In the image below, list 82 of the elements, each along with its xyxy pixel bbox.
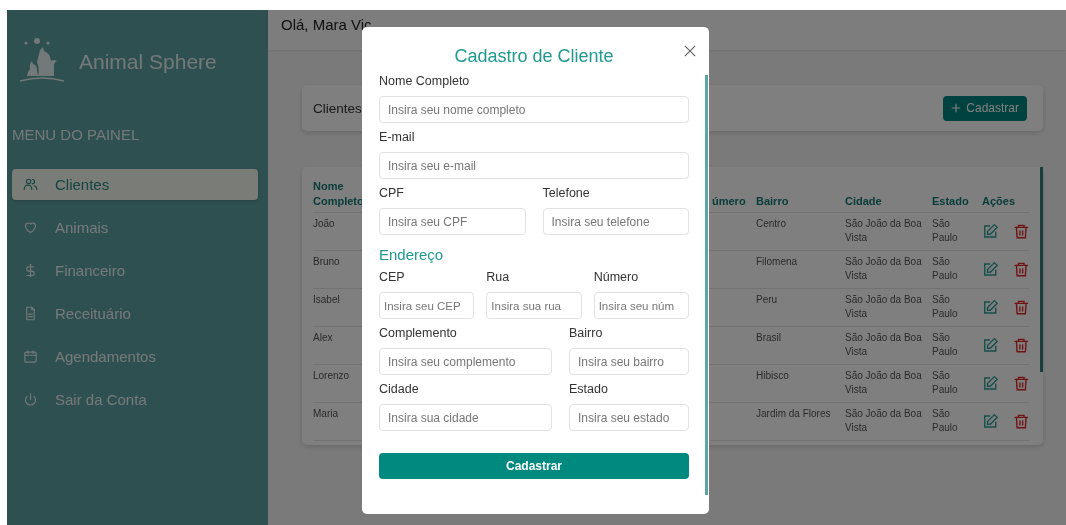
field-label: Nome Completo xyxy=(379,74,471,89)
table-cell-text: São João da Boa Vista xyxy=(845,407,923,435)
close-icon[interactable] xyxy=(684,45,696,57)
input-field[interactable]: Insira sua cidade xyxy=(379,404,552,431)
trash-icon[interactable] xyxy=(1012,299,1029,316)
field-label: CEP xyxy=(379,270,406,285)
table-cell-text: Hibisco xyxy=(756,369,790,383)
table-cell-text: São João da Boa Vista xyxy=(845,217,923,245)
dollar-icon xyxy=(23,263,38,278)
field-label: Telefone xyxy=(542,186,591,201)
edit-icon[interactable] xyxy=(982,337,999,354)
table-cell-text: São João da Boa Vista xyxy=(845,293,923,321)
menu-title: MENU DO PAINEL xyxy=(12,126,141,143)
field-label: Bairro xyxy=(569,326,604,341)
field-label: Estado xyxy=(569,382,609,397)
table-cell-text: São João da Boa Vista xyxy=(845,331,923,359)
column-header: Cidade xyxy=(845,194,883,209)
edit-icon[interactable] xyxy=(982,223,999,240)
table-cell-text: Peru xyxy=(756,293,779,307)
nav-item[interactable]: Sair da Conta xyxy=(12,384,258,415)
submit-button[interactable]: Cadastrar xyxy=(379,453,689,479)
input-field[interactable]: Insira seu CEP xyxy=(379,292,475,319)
table-cell-text: São João da Boa Vista xyxy=(845,255,923,283)
column-header: úmero xyxy=(712,194,747,209)
edit-icon[interactable] xyxy=(982,299,999,316)
table-cell-text: Filomena xyxy=(756,255,799,269)
nav-item[interactable]: Agendamentos xyxy=(12,341,258,372)
column-header: Nome Completo xyxy=(313,179,363,209)
input-field[interactable]: Insira seu e-mail xyxy=(379,152,689,179)
table-cell-text: Centro xyxy=(756,217,787,231)
input-field[interactable]: Insira sua rua xyxy=(486,292,582,319)
field-label: Número xyxy=(593,270,640,285)
power-icon xyxy=(23,392,38,407)
table-cell-text: São Paulo xyxy=(932,293,959,321)
scrollbar[interactable] xyxy=(1040,167,1043,372)
input-field[interactable]: Insira seu bairro xyxy=(569,348,689,375)
people-icon xyxy=(23,177,38,192)
nav-item[interactable]: Clientes xyxy=(12,169,258,200)
input-field[interactable]: Insira seu estado xyxy=(569,404,689,431)
table-cell-text: Brasil xyxy=(756,331,782,345)
document-icon xyxy=(23,306,38,321)
field-label: CPF xyxy=(379,186,405,201)
nav-item[interactable]: Receituário xyxy=(12,298,258,329)
input-field[interactable]: Insira seu CPF xyxy=(379,208,526,235)
heart-icon xyxy=(23,220,38,235)
brand-name: Animal Sphere xyxy=(79,50,217,74)
field-label: Rua xyxy=(486,270,511,285)
calendar-icon xyxy=(23,349,38,364)
nav-item[interactable]: Financeiro xyxy=(12,255,258,286)
trash-icon[interactable] xyxy=(1012,223,1029,240)
trash-icon[interactable] xyxy=(1012,413,1029,430)
section-heading: Endereço xyxy=(379,246,445,263)
column-header: Estado xyxy=(932,194,970,209)
trash-icon[interactable] xyxy=(1012,337,1029,354)
field-label: E-mail xyxy=(379,130,416,145)
input-field[interactable]: Insira seu nome completo xyxy=(379,96,689,123)
table-cell-text: São Paulo xyxy=(932,255,959,283)
column-header: Ações xyxy=(982,194,1017,209)
column-header: Bairro xyxy=(756,194,790,209)
table-cell-text: Jardim da Flores xyxy=(756,407,832,421)
dialog-title: Cadastro de Cliente xyxy=(454,46,614,67)
table-cell-text: Lorenzo xyxy=(313,369,351,383)
trash-icon[interactable] xyxy=(1012,261,1029,278)
scrollbar[interactable] xyxy=(705,75,708,495)
edit-icon[interactable] xyxy=(982,413,999,430)
table-cell-text: São Paulo xyxy=(932,217,959,245)
field-label: Complemento xyxy=(379,326,458,341)
edit-icon[interactable] xyxy=(982,375,999,392)
trash-icon[interactable] xyxy=(1012,375,1029,392)
page-title: Clientes xyxy=(313,100,362,116)
nav-item[interactable]: Animais xyxy=(12,212,258,243)
input-field[interactable]: Insira seu núm xyxy=(593,292,689,319)
add-button[interactable]: Cadastrar xyxy=(943,95,1027,121)
table-cell-text: São João da Boa Vista xyxy=(845,369,923,397)
edit-icon[interactable] xyxy=(982,261,999,278)
table-cell-text: São Paulo xyxy=(932,331,959,359)
table-cell-text: São Paulo xyxy=(932,407,959,435)
field-label: Cidade xyxy=(379,382,420,397)
input-field[interactable]: Insira seu telefone xyxy=(542,208,689,235)
plus-icon xyxy=(951,103,962,113)
table-cell-text: São Paulo xyxy=(932,369,959,397)
input-field[interactable]: Insira seu complemento xyxy=(379,348,552,375)
